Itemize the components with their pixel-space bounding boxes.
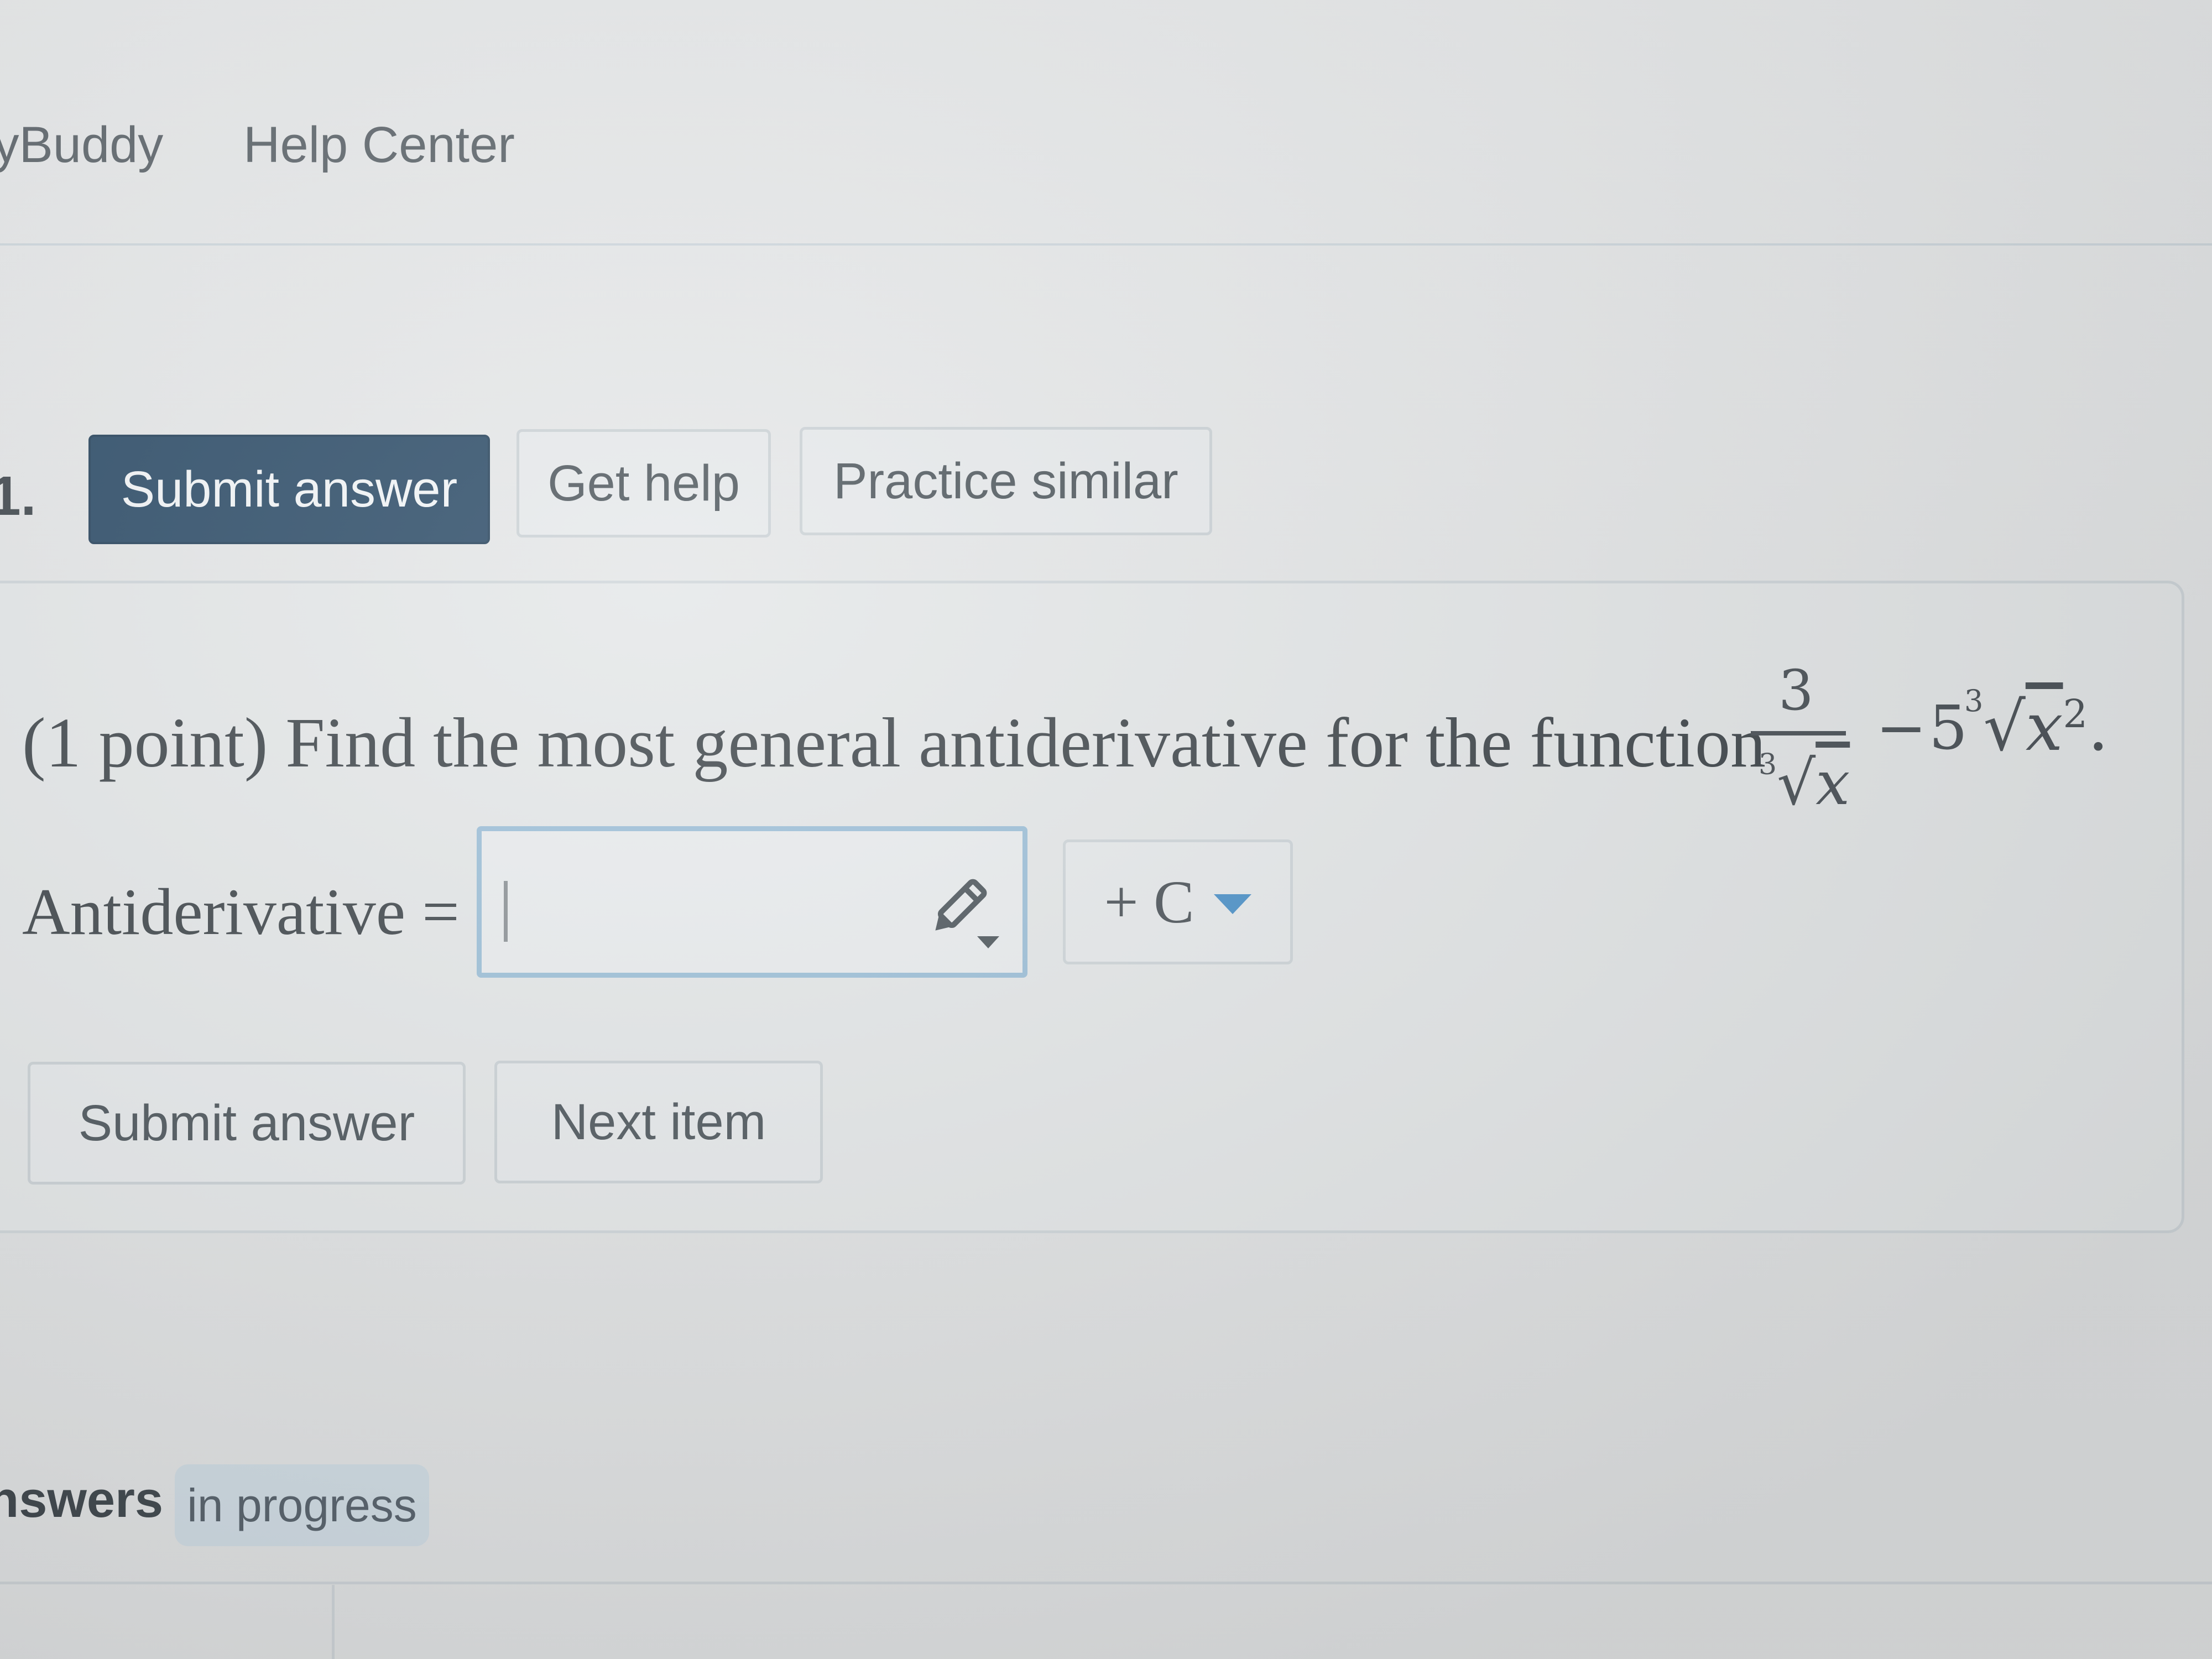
problem-statement: (1 point) Find the most general antideri… [22,703,1766,782]
fraction-denominator: 3√x [1759,748,1850,818]
page: lyBuddy Help Center 1. Submit answer Get… [0,0,2212,1659]
root-exponent: 2 [2063,691,2088,737]
pencil-icon[interactable] [924,875,1001,953]
cube-root-term: 3√x2. [1964,684,2109,766]
top-nav: lyBuddy Help Center [0,0,2212,246]
text-caret [504,881,508,942]
get-help-button[interactable]: Get help [517,429,771,538]
divider [0,1582,2212,1584]
radical-sign: √ [1777,748,1816,818]
coefficient: 5 [1929,692,1968,763]
sentence-period: . [2088,689,2109,766]
antiderivative-label: Antiderivative = [22,875,460,948]
chevron-down-icon [1214,894,1252,914]
root-base: x [2025,689,2063,766]
nav-link-help-center[interactable]: Help Center [243,116,515,174]
toolbar-submit-answer-button[interactable]: Submit answer [88,435,490,544]
practice-similar-button[interactable]: Practice similar [800,427,1212,535]
question-number: 1. [0,465,36,527]
denominator-root-index: 3 [1759,748,1777,781]
table-column-divider [332,1585,335,1659]
fraction-bar [1751,731,1846,735]
answers-label: nswers [0,1472,164,1528]
submit-answer-button[interactable]: Submit answer [28,1062,466,1185]
nav-link-mybuddy[interactable]: lyBuddy [0,116,163,174]
next-item-button[interactable]: Next item [494,1061,823,1183]
radical-sign: √ [1983,689,2026,766]
root-index: 3 [1964,684,1984,718]
status-badge: in progress [175,1464,429,1546]
minus-sign: − [1876,692,1927,763]
answer-input-box[interactable] [477,826,1027,978]
antiderivative-input[interactable] [496,853,919,943]
fraction-numerator: 3 [1778,658,1814,723]
constant-label: + C [1104,868,1194,936]
constant-dropdown[interactable]: + C [1063,839,1293,964]
denominator-radicand: x [1815,748,1850,818]
